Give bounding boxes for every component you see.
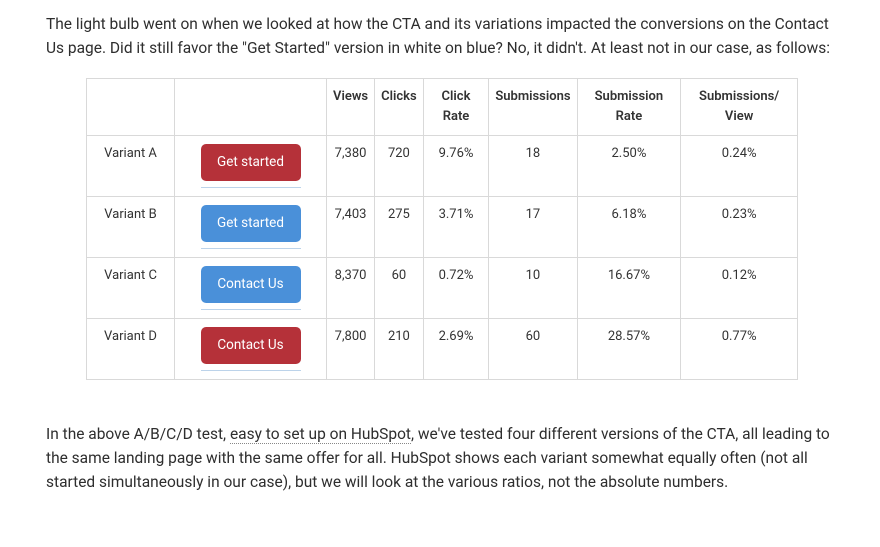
cell-submissions-per-view: 0.23% xyxy=(681,197,798,258)
cell-submissions: 60 xyxy=(489,319,577,380)
table-row: Variant A Get started 7,380 720 9.76% 18… xyxy=(87,136,798,197)
table-row: Variant C Contact Us 8,370 60 0.72% 10 1… xyxy=(87,258,798,319)
cell-click-rate: 9.76% xyxy=(423,136,489,197)
cta-results-table-wrap: Views Clicks Click Rate Submissions Subm… xyxy=(86,78,834,380)
cell-click-rate: 2.69% xyxy=(423,319,489,380)
col-header-submission-rate: Submission Rate xyxy=(577,79,681,136)
cta-underline xyxy=(201,248,301,249)
table-row: Variant B Get started 7,403 275 3.71% 17… xyxy=(87,197,798,258)
table-row: Variant D Contact Us 7,800 210 2.69% 60 … xyxy=(87,319,798,380)
cell-views: 7,380 xyxy=(327,136,375,197)
cell-cta-preview: Get started xyxy=(175,136,327,197)
cta-button-sample: Get started xyxy=(201,205,301,242)
cell-submissions-per-view: 0.12% xyxy=(681,258,798,319)
cta-button-sample: Contact Us xyxy=(201,266,301,303)
cell-variant: Variant A xyxy=(87,136,175,197)
cell-submission-rate: 6.18% xyxy=(577,197,681,258)
cell-click-rate: 0.72% xyxy=(423,258,489,319)
cell-cta-preview: Contact Us xyxy=(175,319,327,380)
cta-button-sample: Contact Us xyxy=(201,327,301,364)
cell-submissions-per-view: 0.24% xyxy=(681,136,798,197)
cell-variant: Variant D xyxy=(87,319,175,380)
cell-clicks: 720 xyxy=(375,136,424,197)
outro-text-pre: In the above A/B/C/D test, xyxy=(46,425,230,443)
table-header-row: Views Clicks Click Rate Submissions Subm… xyxy=(87,79,798,136)
col-header-submissions-per-view: Submissions/ View xyxy=(681,79,798,136)
col-header-submissions: Submissions xyxy=(489,79,577,136)
cell-views: 7,800 xyxy=(327,319,375,380)
cell-views: 7,403 xyxy=(327,197,375,258)
outro-paragraph: In the above A/B/C/D test, easy to set u… xyxy=(46,422,834,494)
col-header-click-rate: Click Rate xyxy=(423,79,489,136)
cta-underline xyxy=(201,309,301,310)
cta-underline xyxy=(201,370,301,371)
hubspot-link[interactable]: easy to set up on HubSpot xyxy=(230,425,411,444)
cell-cta-preview: Get started xyxy=(175,197,327,258)
cell-views: 8,370 xyxy=(327,258,375,319)
cell-submissions: 18 xyxy=(489,136,577,197)
cell-submission-rate: 28.57% xyxy=(577,319,681,380)
cell-submissions: 17 xyxy=(489,197,577,258)
cell-variant: Variant C xyxy=(87,258,175,319)
cell-clicks: 60 xyxy=(375,258,424,319)
cell-clicks: 275 xyxy=(375,197,424,258)
cell-click-rate: 3.71% xyxy=(423,197,489,258)
cell-submissions-per-view: 0.77% xyxy=(681,319,798,380)
cell-submissions: 10 xyxy=(489,258,577,319)
cta-underline xyxy=(201,187,301,188)
cell-submission-rate: 16.67% xyxy=(577,258,681,319)
cell-variant: Variant B xyxy=(87,197,175,258)
cell-clicks: 210 xyxy=(375,319,424,380)
cell-submission-rate: 2.50% xyxy=(577,136,681,197)
intro-paragraph: The light bulb went on when we looked at… xyxy=(46,12,834,60)
col-header-views: Views xyxy=(327,79,375,136)
col-header-button xyxy=(175,79,327,136)
cta-button-sample: Get started xyxy=(201,144,301,181)
cell-cta-preview: Contact Us xyxy=(175,258,327,319)
col-header-clicks: Clicks xyxy=(375,79,424,136)
col-header-variant xyxy=(87,79,175,136)
cta-results-table: Views Clicks Click Rate Submissions Subm… xyxy=(86,78,798,380)
